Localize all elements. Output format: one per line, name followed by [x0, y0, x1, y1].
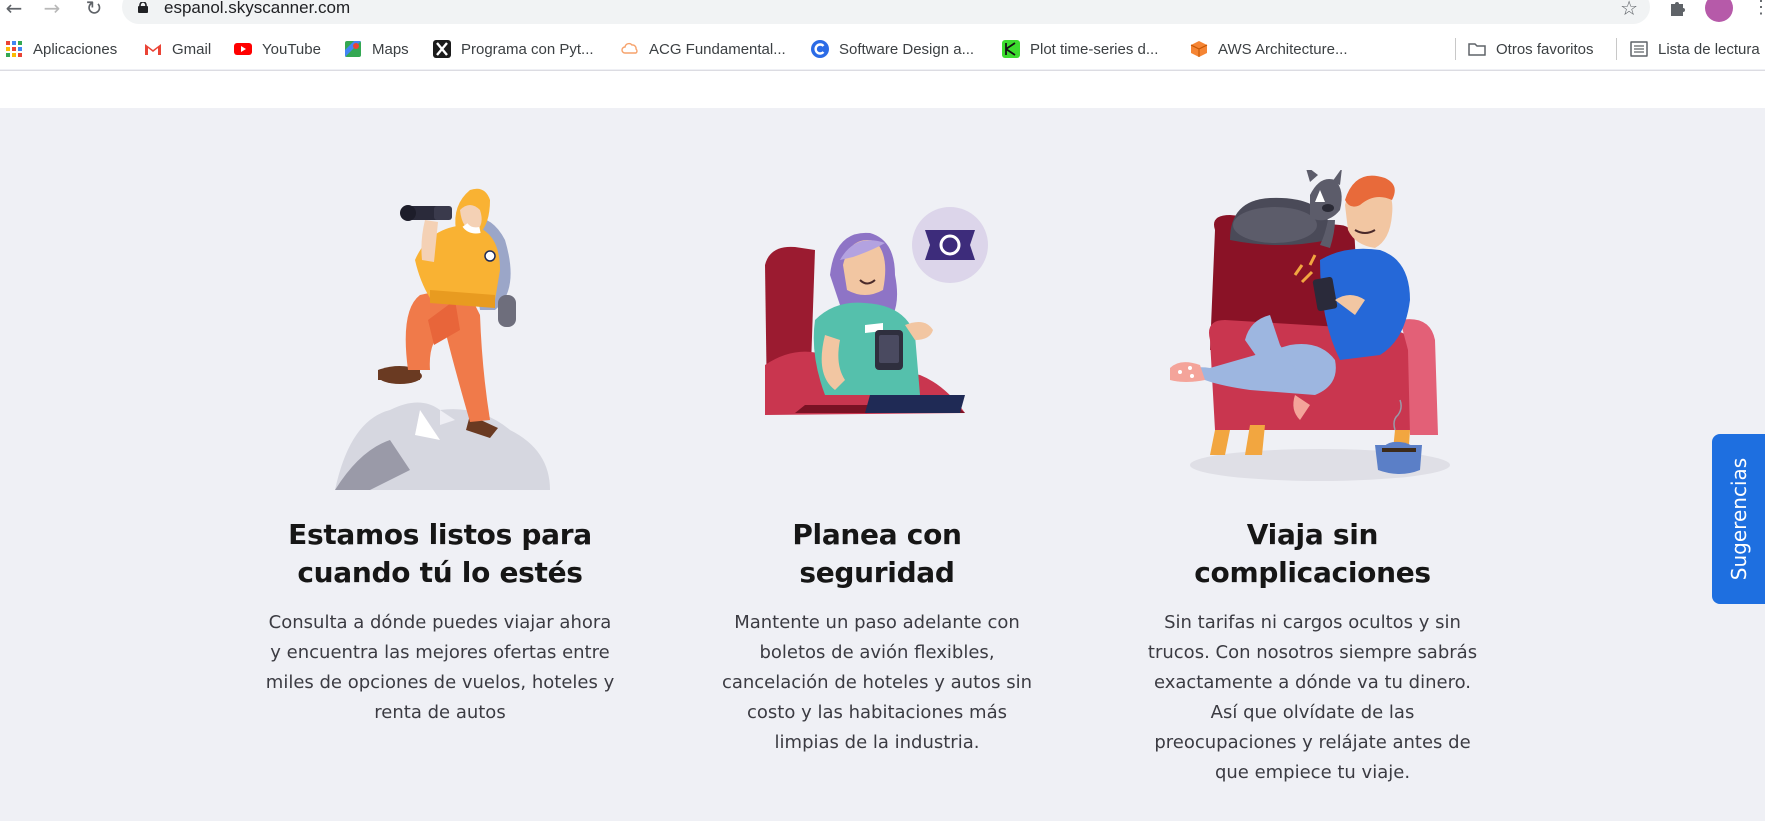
- bookmark-youtube[interactable]: YouTube: [234, 35, 321, 63]
- menu-dots-icon[interactable]: ⋮: [1752, 0, 1765, 16]
- bookmark-label: Lista de lectura: [1658, 40, 1760, 58]
- man-dog-armchair-illustration: [1170, 170, 1450, 481]
- bookmark-label: Maps: [372, 40, 409, 58]
- bookmark-label: Plot time-series d...: [1030, 40, 1159, 58]
- bookmark-label: Gmail: [172, 40, 212, 58]
- page-header-band: [0, 71, 1765, 108]
- feature-description: Mantente un paso adelante con boletos de…: [721, 612, 1033, 753]
- bookmark-plot-time-series[interactable]: Plot time-series d...: [1002, 35, 1158, 63]
- bookmark-software-design[interactable]: Software Design a...: [811, 35, 974, 63]
- bookmark-label: Otros favoritos: [1496, 40, 1594, 58]
- bookmark-programa-python[interactable]: Programa con Pyt...: [433, 35, 594, 63]
- maps-icon: [345, 41, 361, 57]
- bookmark-aplicaciones[interactable]: Aplicaciones: [5, 35, 117, 63]
- url-text: espanol.skyscanner.com: [164, 0, 351, 17]
- hiker-binoculars-illustration: [335, 188, 550, 490]
- bookmark-label: Software Design a...: [839, 40, 975, 58]
- youtube-icon: [234, 43, 252, 55]
- x-logo-icon: [433, 40, 451, 58]
- bookmark-label: YouTube: [262, 40, 321, 58]
- bookmark-otros-favoritos[interactable]: Otros favoritos: [1468, 35, 1594, 63]
- bookmarks-bar: Aplicaciones Gmail YouTube Maps Programa…: [0, 27, 1765, 69]
- feature-title: Planea con seguridad: [792, 518, 962, 589]
- bookmark-aws-architecture[interactable]: AWS Architecture...: [1190, 35, 1348, 63]
- apps-grid-icon: [6, 41, 22, 57]
- reload-icon[interactable]: ↻: [82, 0, 106, 20]
- lock-icon: [138, 2, 148, 13]
- bookmark-label: Programa con Pyt...: [461, 40, 594, 58]
- back-arrow-icon[interactable]: ←: [2, 0, 26, 20]
- feature-seguridad: Planea con seguridad Mantente un paso ad…: [712, 516, 1042, 758]
- bookmark-star-icon[interactable]: ☆: [1620, 0, 1638, 18]
- feature-title: Viaja sin complicaciones: [1194, 518, 1431, 589]
- feature-description: Consulta a dónde puedes viajar ahora y e…: [265, 612, 615, 723]
- bookmark-separator: [1455, 38, 1456, 60]
- browser-toolbar: ← → ↻ espanol.skyscanner.com ☆ ⋮: [0, 0, 1765, 27]
- gmail-icon: [145, 44, 161, 55]
- bookmark-gmail[interactable]: Gmail: [144, 35, 211, 63]
- feedback-tab-label: Sugerencias: [1726, 457, 1751, 581]
- bookmark-lista-de-lectura[interactable]: Lista de lectura: [1630, 35, 1760, 63]
- bookmark-acg[interactable]: ACG Fundamental...: [621, 35, 786, 63]
- cloud-icon: [621, 42, 638, 54]
- extensions-puzzle-icon[interactable]: [1668, 0, 1688, 18]
- bookmark-maps[interactable]: Maps: [344, 35, 409, 63]
- feature-description: Sin tarifas ni cargos ocultos y sin truc…: [1147, 612, 1478, 783]
- reading-list-icon: [1630, 41, 1648, 57]
- profile-avatar[interactable]: [1705, 0, 1733, 22]
- feature-sin-complicaciones: Viaja sin complicaciones Sin tarifas ni …: [1140, 516, 1485, 788]
- bookmark-label: ACG Fundamental...: [649, 40, 786, 58]
- address-bar[interactable]: espanol.skyscanner.com ☆: [122, 0, 1650, 24]
- c-logo-icon: [811, 40, 829, 58]
- feedback-tab[interactable]: Sugerencias: [1712, 434, 1765, 604]
- bookmark-label: Aplicaciones: [33, 40, 118, 58]
- forward-arrow-icon[interactable]: →: [40, 0, 64, 20]
- aws-cube-icon: [1190, 41, 1208, 57]
- bookmark-label: AWS Architecture...: [1218, 40, 1348, 58]
- folder-icon: [1468, 43, 1486, 56]
- plot-icon: [1002, 40, 1020, 58]
- feature-title: Estamos listos para cuando tú lo estés: [288, 518, 592, 589]
- feature-listos: Estamos listos para cuando tú lo estés C…: [265, 516, 615, 728]
- bookmark-separator: [1616, 38, 1617, 60]
- woman-phone-armchair-illustration: [765, 207, 988, 415]
